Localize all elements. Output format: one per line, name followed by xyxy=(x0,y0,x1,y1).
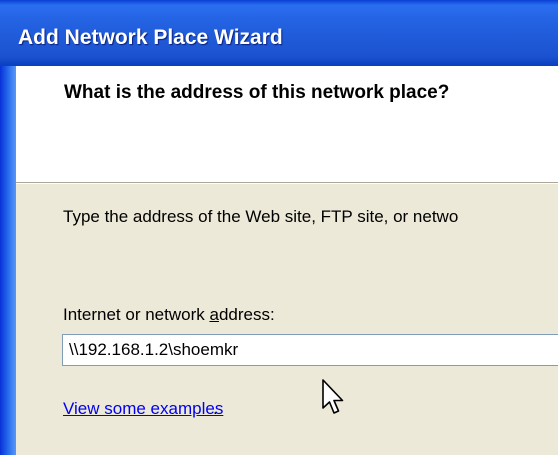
arrow-cursor-icon xyxy=(322,379,344,414)
address-label-prefix: Internet or network xyxy=(63,305,210,324)
instruction-text: Type the address of the Web site, FTP si… xyxy=(63,207,459,226)
address-label-suffix: ddress: xyxy=(218,305,275,324)
address-input[interactable]: \\192.168.1.2\shoemkr xyxy=(62,334,558,366)
address-input-value: \\192.168.1.2\shoemkr xyxy=(69,340,239,359)
wizard-body: Type the address of the Web site, FTP si… xyxy=(16,184,558,455)
address-label-accelerator: a xyxy=(209,305,219,324)
view-examples-link[interactable]: View some examples xyxy=(63,399,223,419)
examples-period: . xyxy=(213,399,218,418)
address-label: Internet or network address: xyxy=(63,305,275,325)
title-bar[interactable]: Add Network Place Wizard xyxy=(0,0,558,66)
page-title: What is the address of this network plac… xyxy=(64,82,450,103)
window-frame-left xyxy=(0,66,16,455)
wizard-header: What is the address of this network plac… xyxy=(16,66,558,182)
window-title: Add Network Place Wizard xyxy=(18,26,283,49)
wizard-window: Add Network Place Wizard What is the add… xyxy=(0,0,558,455)
